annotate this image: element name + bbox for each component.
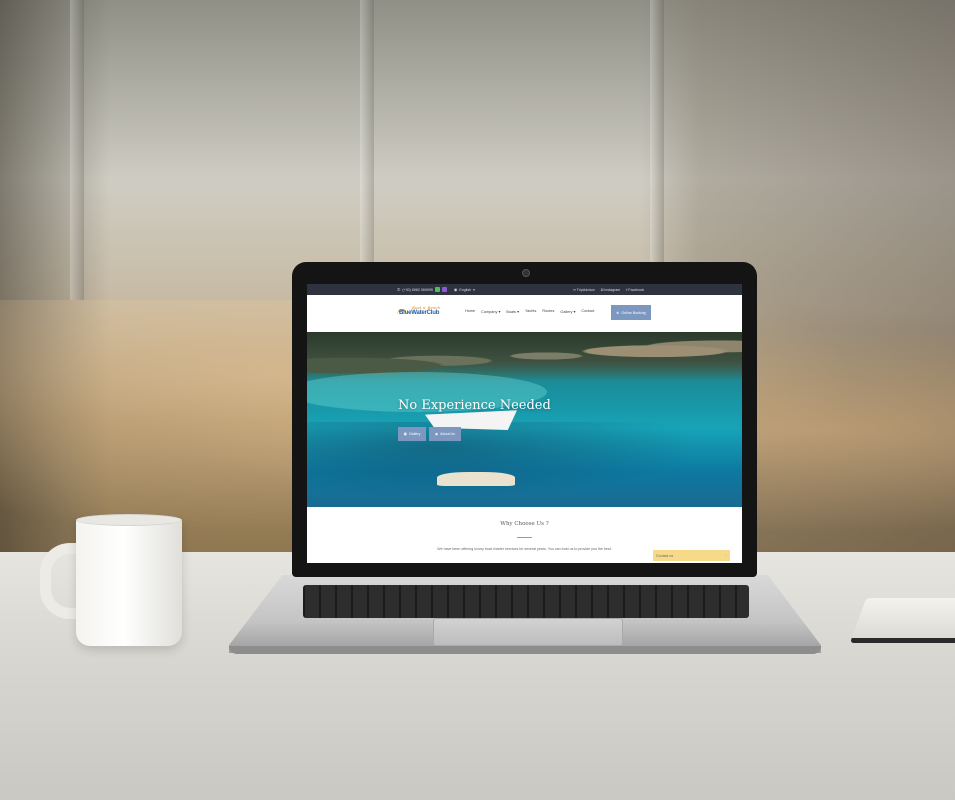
chevron-down-icon: ▾ [473, 287, 475, 292]
menu-item-boats[interactable]: Boats ▾ [506, 309, 519, 314]
navbar: Boat n' Beach BlueWaterClub Home Company… [307, 295, 742, 333]
menu-item-routes[interactable]: Routes [542, 309, 554, 314]
menu-item-yachts[interactable]: Yachts [525, 309, 536, 314]
mug-rim [76, 514, 182, 526]
calendar-icon: ⊕ [616, 310, 620, 315]
coffee-mug [76, 518, 182, 646]
menu-item-company-label: Company [481, 310, 498, 314]
window-frame [650, 0, 664, 300]
menu-item-contact[interactable]: Contact [581, 309, 594, 314]
chevron-down-icon: ▾ [573, 310, 576, 314]
instagram-label: Instagram [604, 288, 621, 292]
gallery-button-label: Gallery [409, 432, 421, 436]
hero-title: No Experience Needed [398, 398, 551, 413]
image-icon: ▣ [403, 432, 407, 436]
flag-icon: ◉ [453, 287, 458, 292]
contact-widget[interactable]: Contact us ⌃ [653, 550, 730, 561]
hero-deep-water [307, 422, 742, 507]
about-us-button[interactable]: ◉ About Us [429, 427, 461, 441]
phone-number[interactable]: (+30) 6982 069995 [402, 288, 432, 292]
about-us-button-label: About Us [440, 432, 455, 436]
hero-banner: No Experience Needed ▣ Gallery ◉ About U… [307, 332, 742, 507]
chevron-up-icon: ⌃ [724, 553, 727, 558]
laptop-trackpad [433, 618, 623, 646]
tripadvisor-icon: ∞ [573, 287, 576, 292]
notebook [849, 598, 955, 643]
whatsapp-icon[interactable] [434, 287, 440, 292]
menu-item-gallery-label: Gallery [560, 310, 573, 314]
facebook-link[interactable]: f Facebook [626, 287, 644, 292]
window-frame [70, 0, 84, 300]
language-selector[interactable]: English [459, 288, 471, 292]
laptop-screen: ✆ (+30) 6982 069995 ◉ English ▾ ∞ TripAd… [307, 284, 742, 563]
menu-item-gallery[interactable]: Gallery ▾ [560, 309, 575, 314]
info-icon: ◉ [435, 432, 439, 436]
gallery-button[interactable]: ▣ Gallery [398, 427, 426, 441]
contact-widget-label: Contact us [656, 553, 674, 558]
tripadvisor-link[interactable]: ∞ TripAdvisor [573, 287, 595, 292]
section-title: Why Choose Us ? [500, 521, 549, 527]
facebook-label: Facebook [628, 288, 645, 292]
hero-boat-canopy [437, 472, 515, 486]
instagram-link[interactable]: ◘ Instagram [601, 287, 620, 292]
phone-icon: ✆ [397, 287, 401, 292]
menu-item-home[interactable]: Home [465, 309, 475, 314]
laptop-lid: ✆ (+30) 6982 069995 ◉ English ▾ ∞ TripAd… [292, 262, 757, 577]
instagram-icon: ◘ [600, 287, 604, 292]
top-bar: ✆ (+30) 6982 069995 ◉ English ▾ ∞ TripAd… [307, 284, 742, 295]
laptop-edge [229, 646, 821, 654]
laptop-keyboard [303, 585, 749, 618]
chevron-down-icon: ▾ [517, 310, 520, 314]
main-menu: Home Company ▾ Boats ▾ Yachts Routes Gal… [465, 309, 595, 314]
window-frame [360, 0, 374, 300]
logo-text: BlueWaterClub [399, 310, 440, 316]
logo[interactable]: Boat n' Beach BlueWaterClub [397, 305, 449, 320]
online-booking-button[interactable]: ⊕ Online Booking [611, 305, 651, 320]
chevron-down-icon: ▾ [498, 310, 501, 314]
online-booking-label: Online Booking [621, 310, 646, 315]
viber-icon[interactable] [441, 287, 447, 292]
camera-icon [522, 269, 530, 277]
menu-item-boats-label: Boats [506, 310, 517, 314]
menu-item-company[interactable]: Company ▾ [481, 309, 500, 314]
divider [517, 537, 532, 538]
tripadvisor-label: TripAdvisor [576, 288, 595, 292]
